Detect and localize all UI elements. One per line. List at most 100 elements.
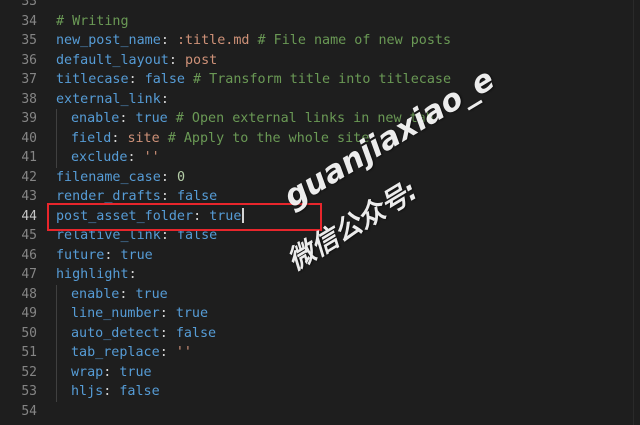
line-number: 52 bbox=[21, 364, 37, 380]
code-token-colon: : bbox=[128, 72, 145, 87]
code-line[interactable]: 44 post_asset_folder: true bbox=[0, 207, 640, 227]
code-line[interactable]: 46 future: true bbox=[0, 246, 640, 266]
code-text[interactable]: default_layout: post bbox=[56, 51, 217, 71]
code-text[interactable]: wrap: true bbox=[56, 362, 152, 382]
code-line[interactable]: 39 enable: true # Open external links in … bbox=[0, 109, 640, 129]
code-token-str: '' bbox=[175, 345, 192, 360]
code-line[interactable]: 54 bbox=[0, 402, 640, 422]
line-number: 47 bbox=[21, 267, 37, 282]
code-token-key: new_post_name bbox=[56, 33, 161, 48]
line-number: 49 bbox=[21, 306, 37, 321]
code-line[interactable]: 38 external_link: bbox=[0, 90, 640, 110]
code-token-colon: : bbox=[160, 91, 169, 107]
line-number: 42 bbox=[21, 169, 37, 185]
code-token-colon: : bbox=[103, 364, 120, 380]
indent-guide bbox=[56, 343, 71, 363]
code-text[interactable]: external_link: bbox=[56, 90, 169, 110]
code-line[interactable]: 36 default_layout: post bbox=[0, 51, 640, 71]
scrollbar[interactable] bbox=[633, 0, 640, 425]
code-token-key: exclude bbox=[71, 150, 128, 165]
code-text[interactable]: enable: true bbox=[56, 284, 168, 304]
code-text[interactable]: titlecase: false # Transform title into … bbox=[56, 70, 451, 90]
code-token-bool: true bbox=[175, 306, 209, 321]
indent-guide bbox=[56, 382, 71, 402]
line-number: 44 bbox=[21, 208, 37, 224]
indent-guide bbox=[56, 128, 71, 148]
code-token-comment: # Open external links in new tab bbox=[167, 111, 434, 126]
code-token-colon: : bbox=[159, 345, 176, 360]
line-number: 34 bbox=[21, 13, 37, 29]
line-number: 53 bbox=[21, 384, 37, 399]
code-token-key: line_number bbox=[71, 306, 160, 321]
code-token-bool: false bbox=[144, 72, 185, 87]
code-token-key: highlight bbox=[56, 267, 129, 282]
code-token-colon: : bbox=[104, 247, 121, 263]
code-token-str: '' bbox=[143, 150, 160, 165]
code-text[interactable]: auto_detect: false bbox=[56, 323, 216, 343]
indent-guide bbox=[56, 304, 71, 324]
code-token-colon: : bbox=[111, 130, 128, 146]
code-line[interactable]: 40 field: site # Apply to the whole site bbox=[0, 128, 640, 148]
code-text[interactable]: new_post_name: :title.md # File name of … bbox=[56, 31, 451, 51]
line-number: 43 bbox=[21, 189, 37, 204]
code-token-key: enable bbox=[71, 111, 120, 126]
code-line[interactable]: 51 tab_replace: '' bbox=[0, 343, 640, 363]
line-number: 46 bbox=[21, 247, 37, 263]
code-text[interactable]: render_drafts: false bbox=[56, 187, 217, 207]
code-token-colon: : bbox=[119, 111, 136, 126]
code-line[interactable]: 52 wrap: true bbox=[0, 362, 640, 382]
code-line[interactable]: 41 exclude: '' bbox=[0, 148, 640, 168]
code-line[interactable]: 48 enable: true bbox=[0, 284, 640, 304]
indent-guide bbox=[56, 362, 71, 382]
code-text[interactable]: line_number: true bbox=[56, 304, 208, 324]
code-line[interactable]: 42 filename_case: 0 bbox=[0, 168, 640, 188]
line-number: 40 bbox=[21, 130, 37, 146]
code-token-key: render_drafts bbox=[56, 189, 161, 204]
code-editor[interactable]: 33 34 # Writing 35 new_post_name: :title.md … bbox=[0, 0, 640, 425]
code-token-key: titlecase bbox=[56, 72, 129, 87]
code-text[interactable]: # Writing bbox=[56, 12, 129, 32]
code-text[interactable]: enable: true # Open external links in ne… bbox=[56, 109, 434, 129]
code-text[interactable]: hljs: false bbox=[56, 382, 160, 402]
code-text[interactable]: post_asset_folder: true bbox=[56, 207, 244, 227]
code-line[interactable]: 37 titlecase: false # Transform title int… bbox=[0, 70, 640, 90]
code-token-key: field bbox=[71, 130, 112, 146]
code-token-str: :title.md bbox=[176, 33, 250, 48]
code-text[interactable]: tab_replace: '' bbox=[56, 343, 192, 363]
code-token-colon: : bbox=[128, 267, 137, 282]
code-line[interactable]: 50 auto_detect: false bbox=[0, 323, 640, 343]
code-token-colon: : bbox=[119, 286, 136, 302]
line-number: 39 bbox=[21, 111, 37, 126]
line-number: 50 bbox=[21, 325, 37, 341]
code-text[interactable]: filename_case: 0 bbox=[56, 168, 185, 188]
line-number: 36 bbox=[21, 52, 37, 68]
code-token-str: post bbox=[185, 52, 218, 68]
code-line[interactable]: 49 line_number: true bbox=[0, 304, 640, 324]
code-text[interactable]: field: site # Apply to the whole site bbox=[56, 128, 370, 148]
code-token-comment: # Apply to the whole site bbox=[159, 130, 370, 146]
code-token-key: relative_link bbox=[56, 228, 161, 243]
code-token-bool: true bbox=[135, 286, 168, 302]
code-text[interactable]: highlight: bbox=[56, 265, 137, 285]
indent-guide bbox=[56, 323, 71, 343]
code-text[interactable]: future: true bbox=[56, 246, 153, 266]
code-token-bool: false bbox=[176, 228, 218, 243]
code-line[interactable]: 43 render_drafts: false bbox=[0, 187, 640, 207]
code-token-bool: true bbox=[209, 208, 242, 224]
line-number: 41 bbox=[21, 150, 37, 165]
line-number: 37 bbox=[21, 72, 37, 87]
code-text[interactable]: relative_link: false bbox=[56, 226, 217, 246]
code-text[interactable]: exclude: '' bbox=[56, 148, 160, 168]
code-token-colon: : bbox=[103, 384, 120, 399]
code-lines[interactable]: 33 34 # Writing 35 new_post_name: :title.md … bbox=[0, 0, 640, 421]
code-line[interactable]: 34 # Writing bbox=[0, 12, 640, 32]
line-number: 48 bbox=[21, 286, 37, 302]
code-line[interactable]: 53 hljs: false bbox=[0, 382, 640, 402]
code-token-colon: : bbox=[160, 189, 177, 204]
code-line[interactable]: 47 highlight: bbox=[0, 265, 640, 285]
code-line[interactable]: 33 bbox=[0, 0, 640, 12]
code-line[interactable]: 45 relative_link: false bbox=[0, 226, 640, 246]
code-line[interactable]: 35 new_post_name: :title.md # File name o… bbox=[0, 31, 640, 51]
code-token-colon: : bbox=[193, 208, 210, 224]
code-token-colon: : bbox=[127, 150, 144, 165]
